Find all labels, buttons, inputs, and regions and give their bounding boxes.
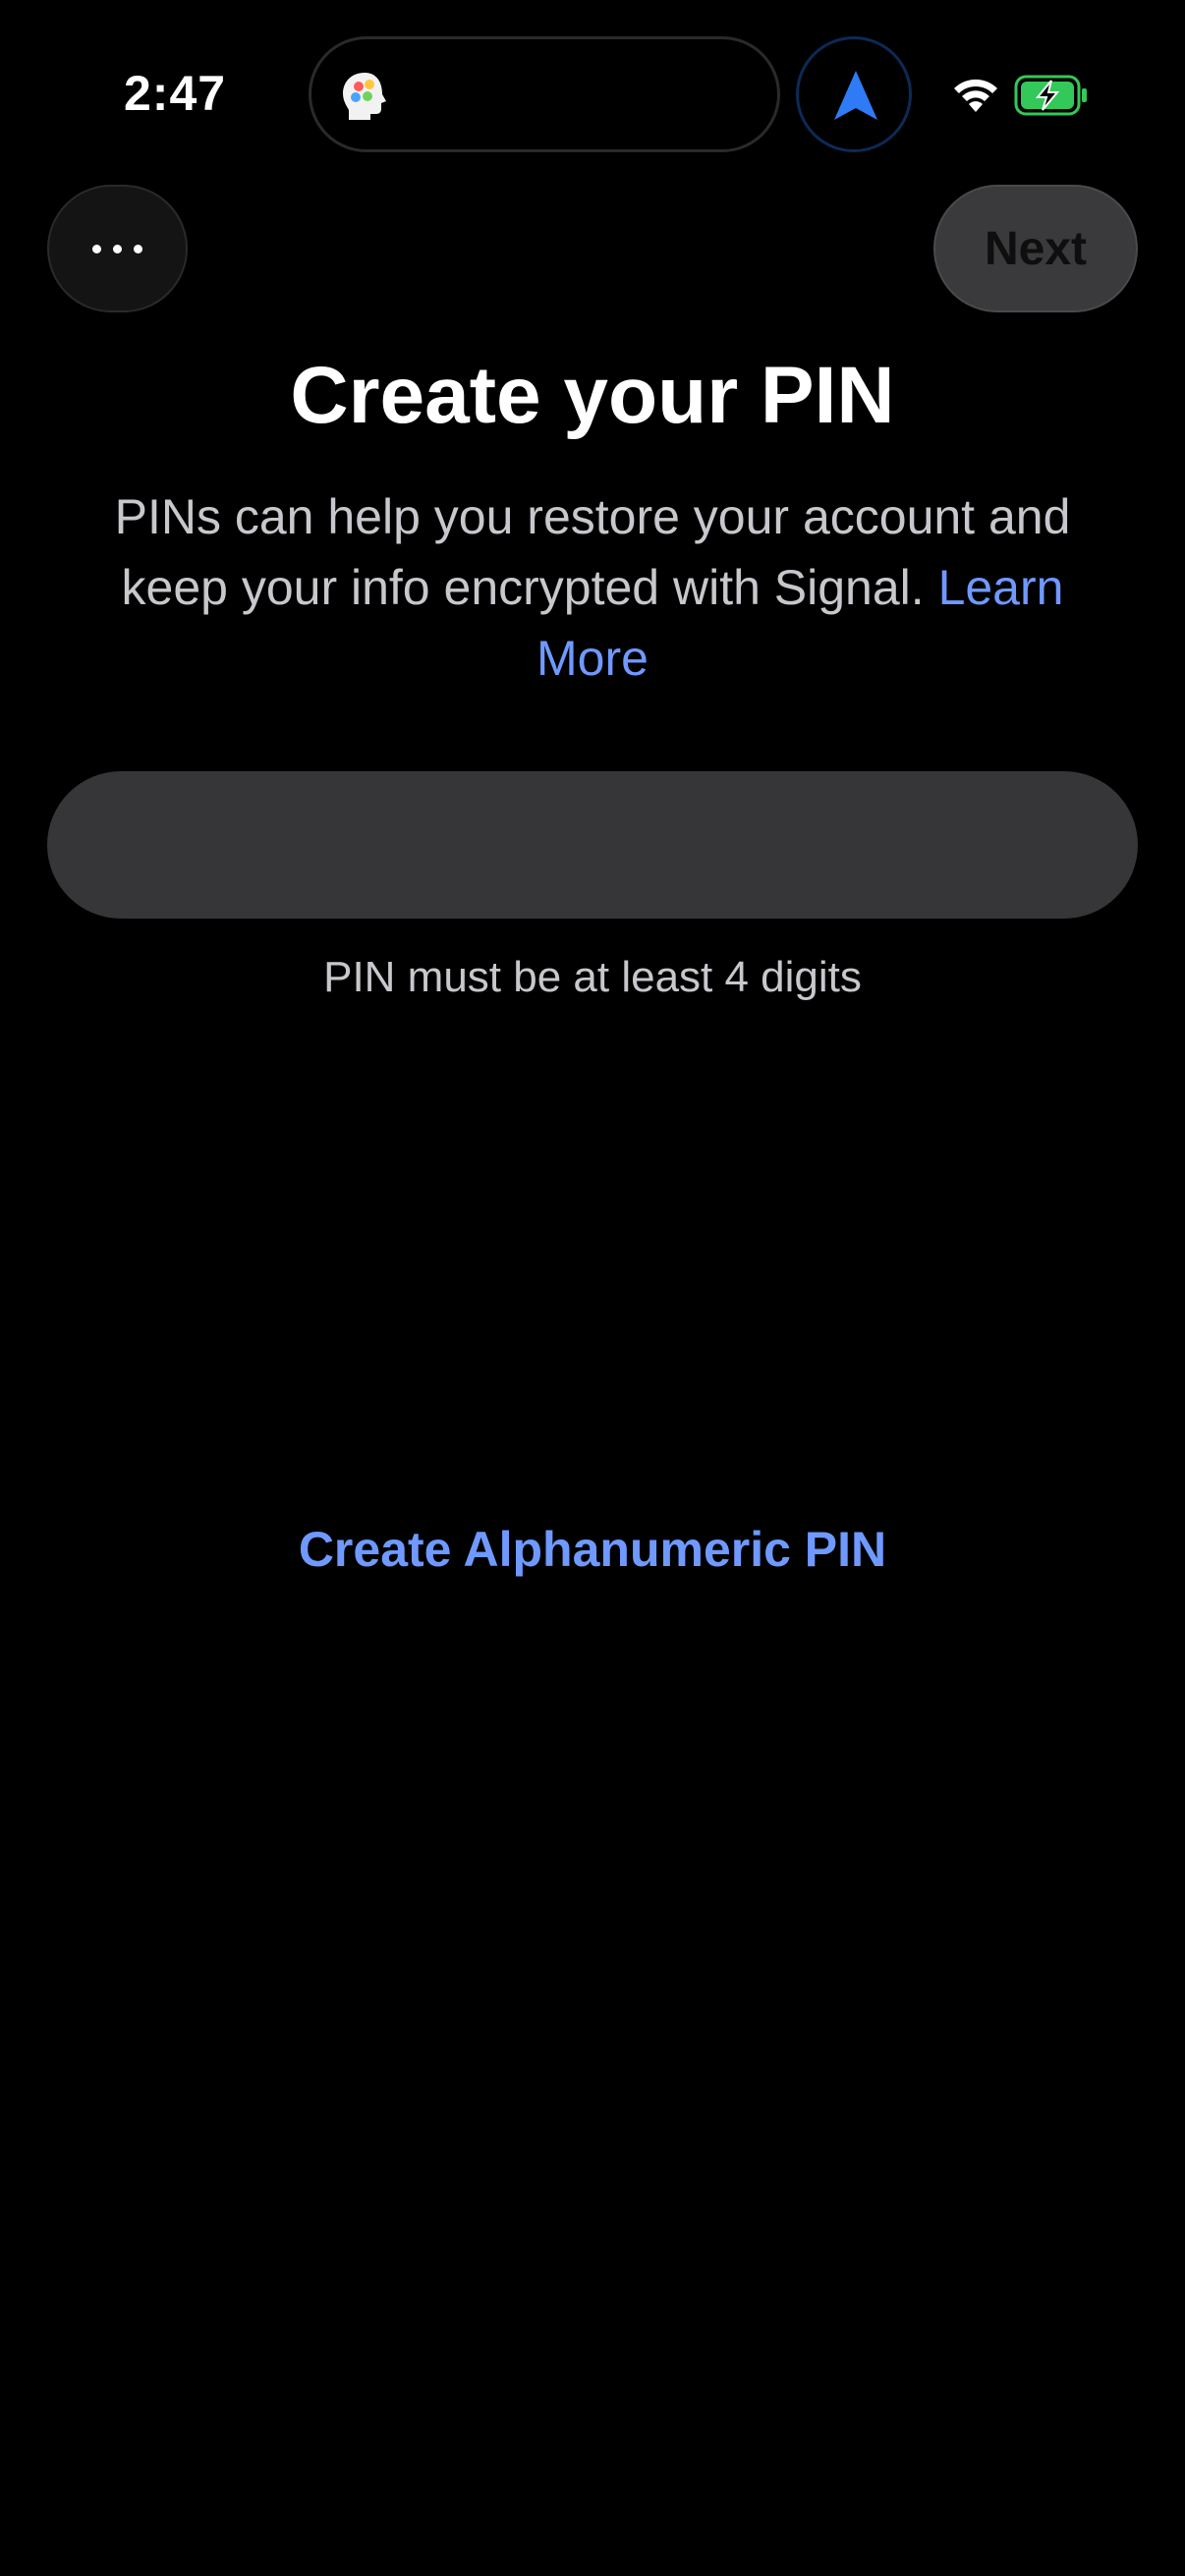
location-arrow-icon <box>834 71 877 120</box>
head-profile-app-icon <box>343 73 386 120</box>
pin-hint: PIN must be at least 4 digits <box>323 953 862 1001</box>
dynamic-island[interactable] <box>309 36 780 152</box>
ellipsis-icon <box>92 244 101 253</box>
location-indicator[interactable] <box>796 36 912 152</box>
description-text: PINs can help you restore your account a… <box>114 489 1071 615</box>
wifi-icon <box>954 79 997 112</box>
pin-input[interactable] <box>47 771 1138 919</box>
page-title: Create your PIN <box>290 351 895 440</box>
battery-charging-icon <box>1014 75 1087 116</box>
next-button[interactable]: Next <box>933 185 1138 312</box>
status-time: 2:47 <box>124 66 227 121</box>
more-options-button[interactable] <box>47 185 188 312</box>
create-alphanumeric-pin-button[interactable]: Create Alphanumeric PIN <box>0 1521 1185 1578</box>
description: PINs can help you restore your account a… <box>88 481 1097 694</box>
